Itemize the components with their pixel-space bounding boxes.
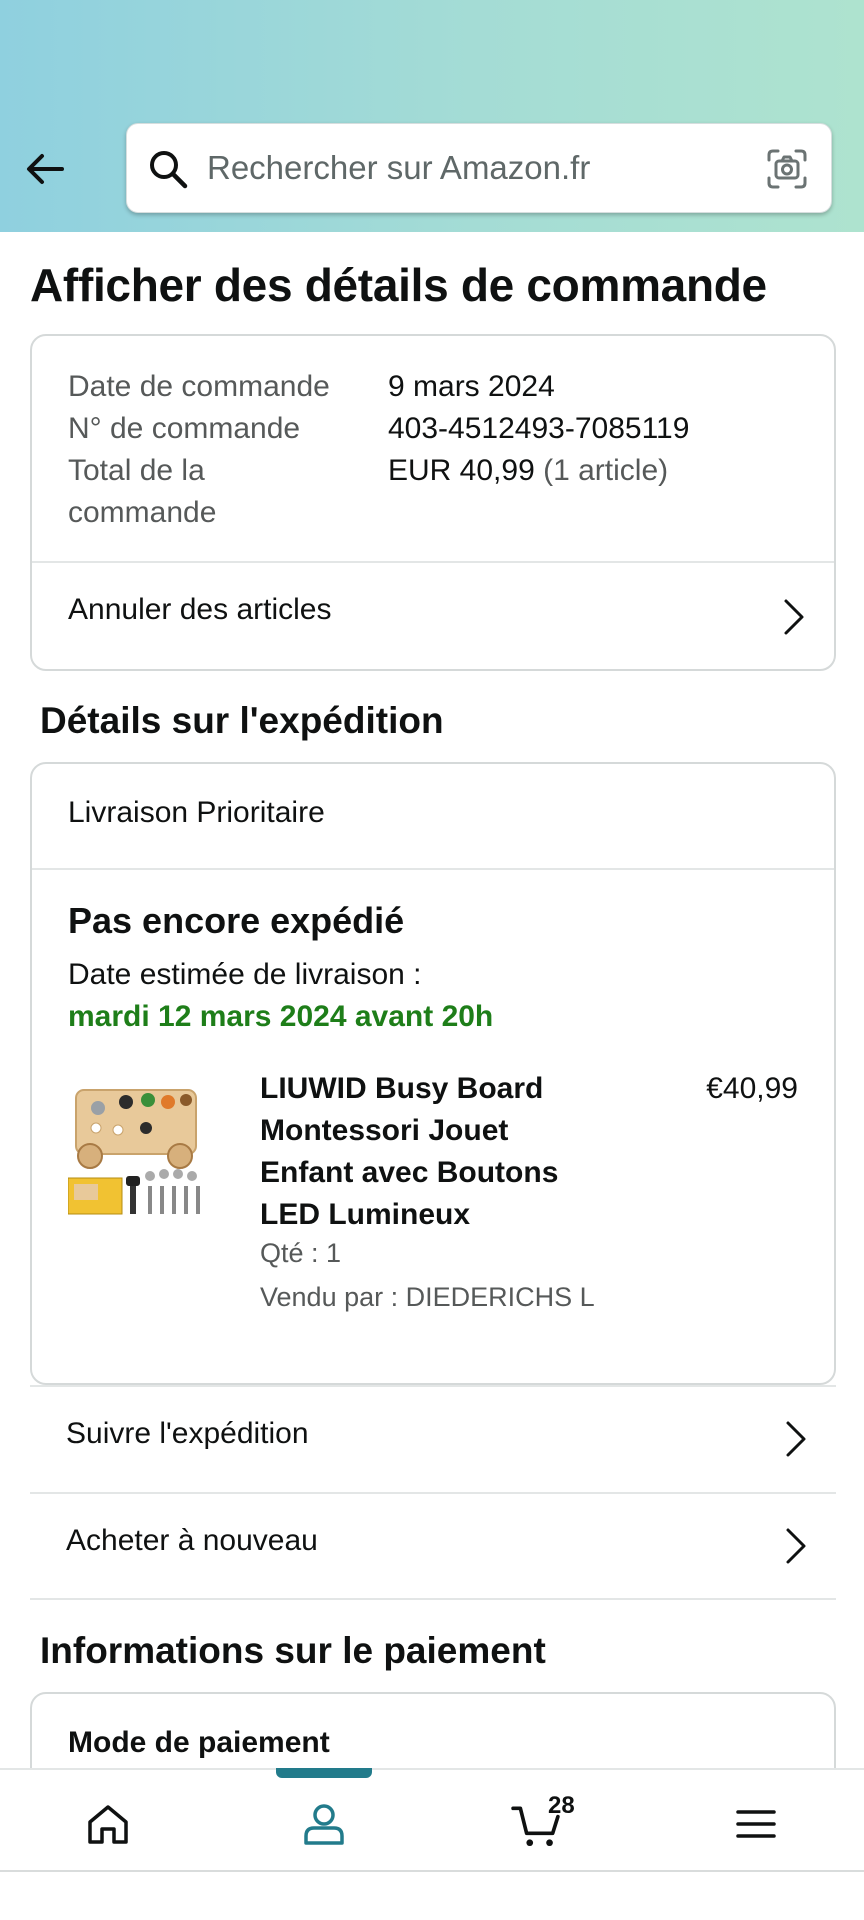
track-shipment-label: Suivre l'expédition	[66, 1417, 309, 1450]
track-shipment-link[interactable]: Suivre l'expédition	[30, 1385, 836, 1491]
search-box[interactable]	[126, 123, 832, 213]
chevron-right-icon	[786, 1528, 806, 1564]
product-seller: Vendu par : DIEDERICHS L	[260, 1282, 595, 1312]
product-title-link[interactable]: LIUWID Busy Board Montessori Jouet Enfan…	[260, 1068, 590, 1236]
nav-home[interactable]	[0, 1770, 216, 1874]
nav-cart[interactable]: 28	[432, 1770, 648, 1874]
order-total-amount: EUR 40,99	[388, 454, 535, 487]
payment-section-title: Informations sur le paiement	[40, 1630, 546, 1671]
divider	[30, 1598, 836, 1600]
cancel-items-link[interactable]: Annuler des articles	[32, 563, 834, 671]
header	[0, 0, 864, 232]
order-summary-card: Date de commande 9 mars 2024 N° de comma…	[30, 334, 836, 671]
back-arrow-icon	[27, 154, 64, 184]
nav-account[interactable]	[216, 1768, 432, 1874]
busy-board-toy-image	[67, 1070, 224, 1226]
divider	[32, 868, 834, 870]
order-total-label-1: Total de la	[68, 454, 205, 487]
active-tab-indicator	[276, 1768, 372, 1778]
shipping-type: Livraison Prioritaire	[68, 796, 325, 829]
home-icon	[88, 1805, 128, 1844]
buy-again-link[interactable]: Acheter à nouveau	[30, 1492, 836, 1598]
cart-count-badge: 28	[548, 1792, 575, 1819]
order-total-value: EUR 40,99 (1 article)	[388, 450, 668, 492]
system-gesture-bar	[0, 1870, 864, 1920]
back-button[interactable]	[22, 145, 70, 193]
chevron-right-icon	[784, 599, 804, 635]
payment-method-title: Mode de paiement	[68, 1726, 330, 1759]
delivery-estimate-date: mardi 12 mars 2024 avant 20h	[68, 1000, 494, 1033]
search-input[interactable]	[207, 124, 747, 212]
user-icon	[304, 1804, 344, 1845]
shipping-section-title: Détails sur l'expédition	[40, 700, 444, 741]
search-icon	[150, 151, 188, 189]
order-date-label: Date de commande	[68, 370, 330, 403]
bottom-navigation: 28	[0, 1768, 864, 1872]
product-image[interactable]	[67, 1070, 224, 1226]
order-date-value: 9 mars 2024	[388, 370, 555, 403]
cancel-items-label: Annuler des articles	[68, 593, 332, 626]
camera-search-icon[interactable]	[765, 147, 809, 191]
product-quantity: Qté : 1	[260, 1238, 342, 1268]
shipment-card: Livraison Prioritaire Pas encore expédié…	[30, 762, 836, 1385]
page-title: Afficher des détails de commande	[30, 259, 767, 311]
order-total-label-2: commande	[68, 496, 217, 529]
order-item-count: (1 article)	[543, 454, 669, 487]
delivery-estimate-label: Date estimée de livraison :	[68, 958, 422, 991]
product-price: €40,99	[706, 1072, 798, 1105]
order-number-label: N° de commande	[68, 412, 301, 445]
nav-menu[interactable]	[648, 1770, 864, 1874]
order-number-value: 403-4512493-7085119	[388, 412, 690, 445]
menu-icon	[736, 1810, 776, 1838]
shipment-status: Pas encore expédié	[68, 900, 405, 941]
buy-again-label: Acheter à nouveau	[66, 1524, 318, 1557]
chevron-right-icon	[786, 1421, 806, 1457]
